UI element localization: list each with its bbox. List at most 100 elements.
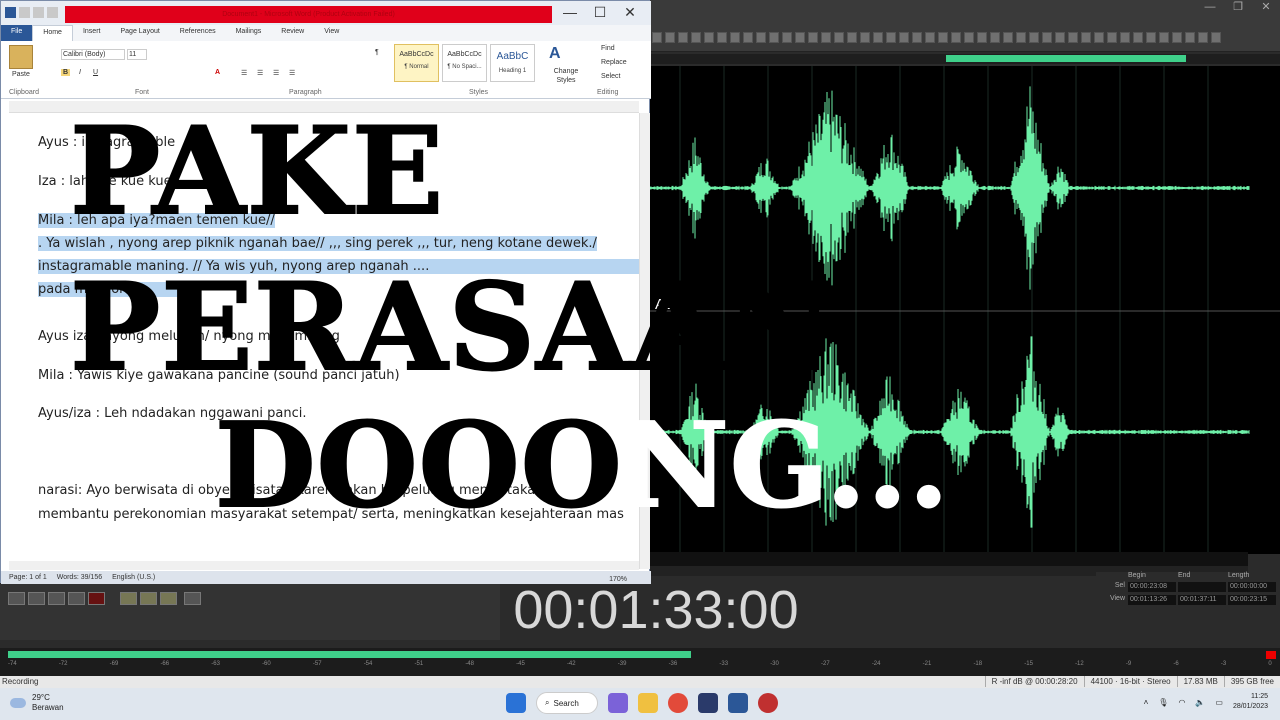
bold-button[interactable]: B [61, 69, 71, 76]
battery-icon[interactable]: ▭ [1215, 698, 1223, 707]
audio-tool-icon[interactable] [1198, 32, 1208, 43]
audio-tool-icon[interactable] [1055, 32, 1065, 43]
overview-view-range[interactable] [946, 55, 1186, 62]
audio-tool-icon[interactable] [1120, 32, 1130, 43]
select-button[interactable]: Select [601, 73, 620, 80]
audio-tool-icon[interactable] [1133, 32, 1143, 43]
tab-insert[interactable]: Insert [73, 25, 111, 41]
center-button[interactable]: ☰ [257, 69, 263, 77]
word-count[interactable]: Words: 39/156 [57, 574, 102, 581]
audio-tool-icon[interactable] [912, 32, 922, 43]
audio-tool-icon[interactable] [1159, 32, 1169, 43]
clip-indicator[interactable] [1266, 651, 1276, 659]
replace-button[interactable]: Replace [601, 59, 627, 66]
volume-icon[interactable]: 🔈 [1195, 698, 1205, 707]
audio-tool-icon[interactable] [756, 32, 766, 43]
horizontal-scrollbar-word[interactable] [9, 561, 639, 570]
redo-icon[interactable] [47, 7, 58, 18]
audio-tool-icon[interactable] [1146, 32, 1156, 43]
font-color-button[interactable]: A [215, 69, 220, 76]
view-begin-field[interactable]: 00:01:13:26 [1128, 595, 1176, 605]
audio-tool-icon[interactable] [769, 32, 779, 43]
audio-tool-icon[interactable] [730, 32, 740, 43]
paste-icon[interactable] [9, 45, 33, 69]
zoom-level[interactable]: 170% [609, 573, 627, 586]
go-end-button[interactable] [68, 592, 85, 605]
wifi-icon[interactable]: ◠ [1178, 698, 1185, 707]
close-icon[interactable]: ✕ [1252, 0, 1280, 14]
find-button[interactable]: Find [601, 45, 615, 52]
forward-button[interactable] [48, 592, 65, 605]
audio-tool-icon[interactable] [795, 32, 805, 43]
audio-tool-icon[interactable] [1172, 32, 1182, 43]
minimize-icon[interactable]: — [1196, 0, 1224, 14]
font-size-select[interactable]: 11 [127, 49, 147, 60]
maximize-icon[interactable]: ☐ [585, 5, 615, 19]
audio-tool-icon[interactable] [652, 32, 662, 43]
audio-tool-icon[interactable] [1211, 32, 1221, 43]
sel-begin-field[interactable]: 00:00:23:08 [1128, 582, 1176, 592]
audio-tool-icon[interactable] [1185, 32, 1195, 43]
sel-length-field[interactable]: 00:00:00:00 [1228, 582, 1276, 592]
audio-tool-icon[interactable] [1016, 32, 1026, 43]
audio-tool-icon[interactable] [977, 32, 987, 43]
audio-tool-icon[interactable] [964, 32, 974, 43]
audio-tool-icon[interactable] [1107, 32, 1117, 43]
audio-tool-icon[interactable] [1029, 32, 1039, 43]
chrome-icon[interactable] [668, 693, 688, 713]
audio-tool-icon[interactable] [704, 32, 714, 43]
view-length-field[interactable]: 00:00:23:15 [1228, 595, 1276, 605]
start-icon[interactable] [506, 693, 526, 713]
tab-review[interactable]: Review [271, 25, 314, 41]
justify-button[interactable]: ☰ [289, 69, 295, 77]
underline-button[interactable]: U [93, 69, 98, 76]
align-right-button[interactable]: ☰ [273, 69, 279, 77]
word-taskbar-icon[interactable] [728, 693, 748, 713]
tab-mailings[interactable]: Mailings [226, 25, 272, 41]
tab-view[interactable]: View [314, 25, 349, 41]
audio-tool-icon[interactable] [1003, 32, 1013, 43]
audio-tool-icon[interactable] [886, 32, 896, 43]
page-count[interactable]: Page: 1 of 1 [9, 574, 47, 581]
search-box[interactable]: ⌕ Search [536, 692, 598, 714]
audio-tool-icon[interactable] [1094, 32, 1104, 43]
record-button[interactable] [88, 592, 105, 605]
save-icon[interactable] [19, 7, 30, 18]
sel-end-field[interactable] [1178, 582, 1226, 592]
audio-tool-icon[interactable] [782, 32, 792, 43]
go-start-button[interactable] [8, 592, 25, 605]
audio-tool-icon[interactable] [1042, 32, 1052, 43]
settings-app-icon[interactable] [758, 693, 778, 713]
microphone-icon[interactable]: 🎙 [1158, 698, 1168, 707]
audio-editor-taskbar-icon[interactable] [698, 693, 718, 713]
audio-tool-icon[interactable] [1081, 32, 1091, 43]
audio-tool-icon[interactable] [678, 32, 688, 43]
show-paragraph-marks[interactable]: ¶ [375, 49, 379, 56]
zoom-out-button[interactable] [140, 592, 157, 605]
font-name-select[interactable]: Calibri (Body) [61, 49, 125, 60]
restore-icon[interactable]: ❐ [1224, 0, 1252, 14]
audio-tool-icon[interactable] [808, 32, 818, 43]
taskbar-clock[interactable]: 11:25 28/01/2023 [1233, 692, 1268, 712]
italic-button[interactable]: I [79, 69, 81, 76]
audio-tool-icon[interactable] [860, 32, 870, 43]
paste-label[interactable]: Paste [12, 71, 30, 78]
tab-file[interactable]: File [1, 25, 33, 41]
chevron-up-icon[interactable]: ˄ [1144, 698, 1149, 707]
audio-tool-icon[interactable] [743, 32, 753, 43]
style-heading-1[interactable]: AaBbC Heading 1 [490, 44, 535, 82]
view-end-field[interactable]: 00:01:37:11 [1178, 595, 1226, 605]
change-styles-button[interactable]: Change Styles [549, 67, 583, 85]
audio-tool-icon[interactable] [717, 32, 727, 43]
tab-page-layout[interactable]: Page Layout [110, 25, 169, 41]
minimize-icon[interactable]: — [555, 5, 585, 19]
rewind-button[interactable] [28, 592, 45, 605]
audio-tool-icon[interactable] [938, 32, 948, 43]
file-explorer-icon[interactable] [638, 693, 658, 713]
audio-tool-icon[interactable] [821, 32, 831, 43]
audio-tool-icon[interactable] [990, 32, 1000, 43]
zoom-selection-button[interactable] [184, 592, 201, 605]
audio-tool-icon[interactable] [951, 32, 961, 43]
weather-widget[interactable]: 29°C Berawan [10, 693, 64, 713]
change-styles-icon[interactable]: A [549, 45, 561, 63]
